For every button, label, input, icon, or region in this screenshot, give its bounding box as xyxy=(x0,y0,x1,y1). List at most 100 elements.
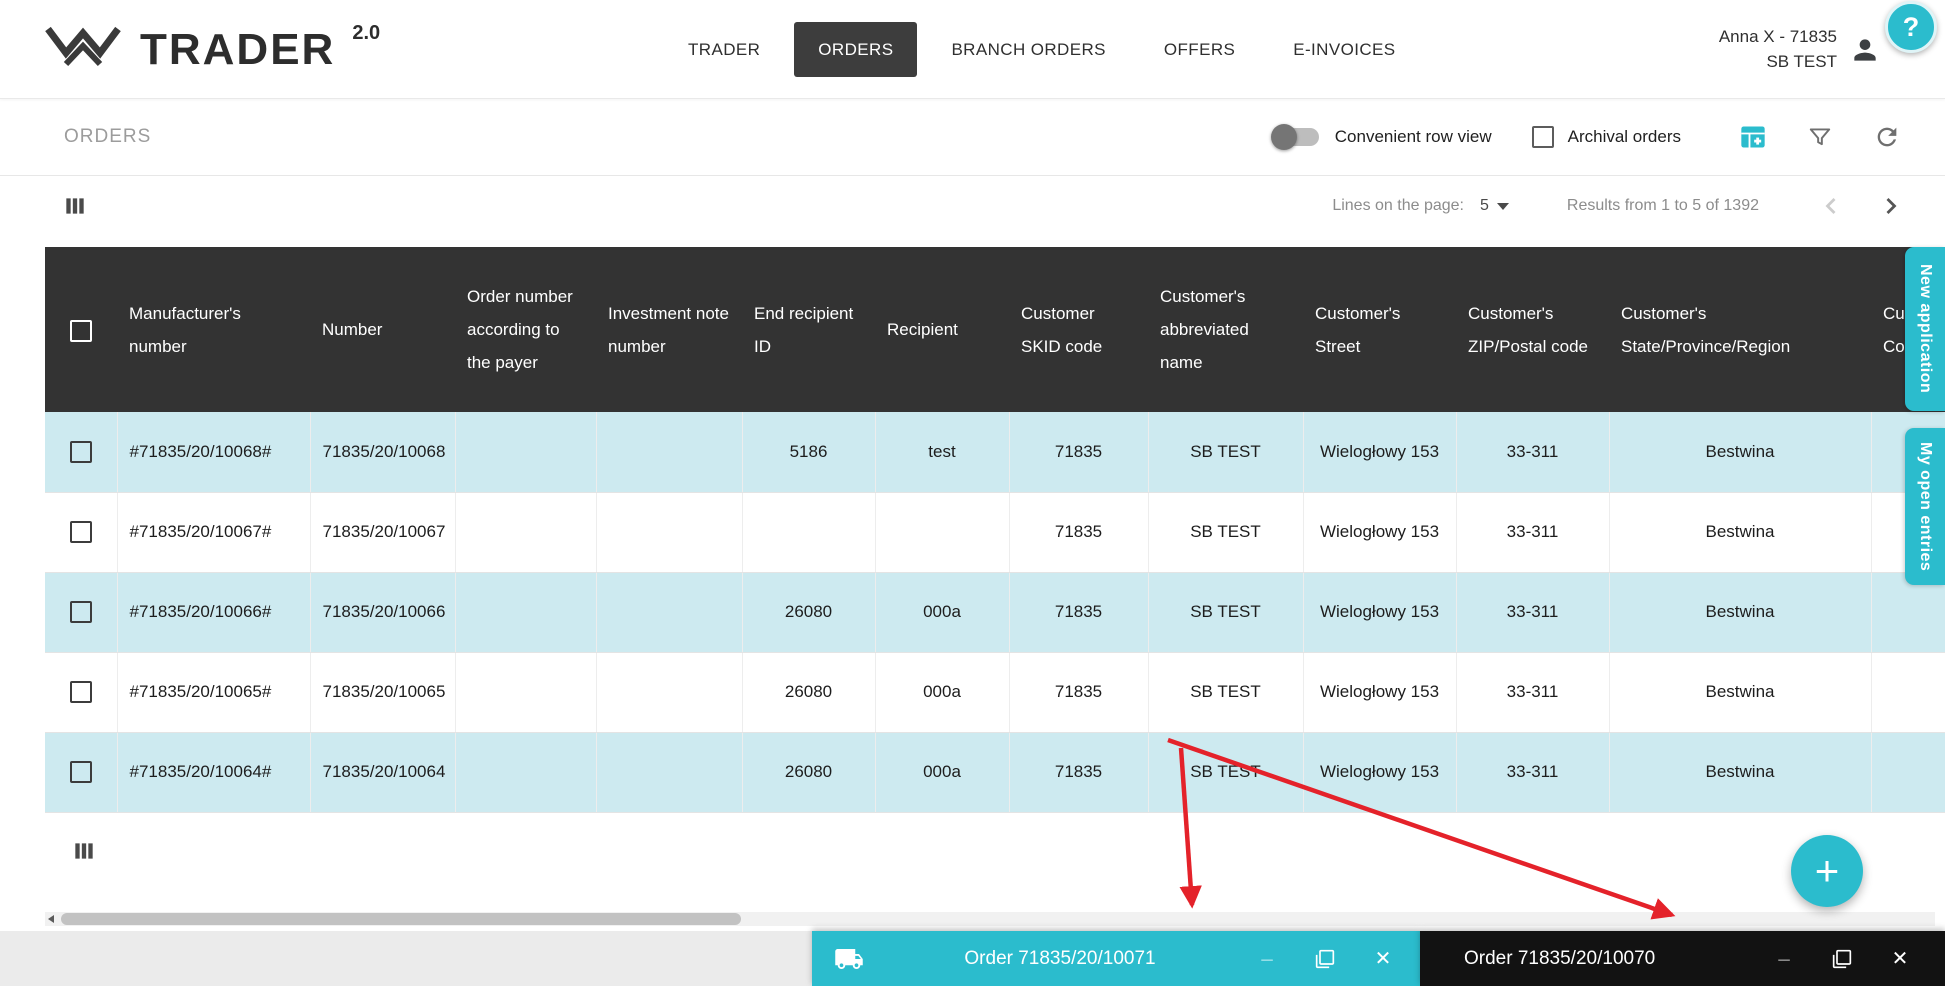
table-row[interactable]: #71835/20/10067# 71835/20/10067 71835 SB… xyxy=(45,492,1945,572)
cell-order-number-payer xyxy=(455,412,596,492)
convenient-row-view-toggle[interactable] xyxy=(1273,128,1319,146)
restore-button[interactable] xyxy=(1314,948,1336,970)
cell-end-recipient-id: 26080 xyxy=(742,572,875,652)
side-tab-my-open-entries[interactable]: My open entries xyxy=(1905,428,1945,585)
cell-investment-note xyxy=(596,412,742,492)
row-select-cell xyxy=(45,572,117,652)
table-row[interactable]: #71835/20/10065# 71835/20/10065 26080 00… xyxy=(45,652,1945,732)
col-abbreviated-name[interactable]: Customer's abbreviated name xyxy=(1148,247,1303,412)
row-checkbox[interactable] xyxy=(70,441,92,463)
results-range-text: Results from 1 to 5 of 1392 xyxy=(1567,197,1759,215)
window-controls: _ ✕ xyxy=(1256,948,1394,970)
row-select-cell xyxy=(45,732,117,812)
row-checkbox[interactable] xyxy=(70,521,92,543)
table-add-icon[interactable] xyxy=(1739,123,1767,151)
minimize-button[interactable]: _ xyxy=(1256,948,1278,970)
logo-w-icon xyxy=(42,22,124,78)
select-all-checkbox[interactable] xyxy=(70,320,92,342)
account-icon[interactable] xyxy=(1849,34,1881,66)
cell-abbreviated-name: SB TEST xyxy=(1148,572,1303,652)
col-zip[interactable]: Customer's ZIP/Postal code xyxy=(1456,247,1609,412)
column-settings-icon-bottom[interactable] xyxy=(71,838,97,864)
row-select-cell xyxy=(45,492,117,572)
cell-street: Wielogłowy 153 xyxy=(1303,412,1456,492)
close-button[interactable]: ✕ xyxy=(1889,948,1911,970)
restore-button[interactable] xyxy=(1831,948,1853,970)
table-row[interactable]: #71835/20/10064# 71835/20/10064 26080 00… xyxy=(45,732,1945,812)
col-street[interactable]: Customer's Street xyxy=(1303,247,1456,412)
row-checkbox[interactable] xyxy=(70,681,92,703)
toggle-knob xyxy=(1271,124,1297,150)
minimized-window-title: Order 71835/20/10071 xyxy=(864,948,1256,970)
nav-item-orders[interactable]: ORDERS xyxy=(794,22,917,77)
cell-street: Wielogłowy 153 xyxy=(1303,652,1456,732)
minimized-window-10070[interactable]: Order 71835/20/10070 _ ✕ xyxy=(1420,931,1945,986)
cell-skid-code: 71835 xyxy=(1009,492,1148,572)
prev-page-button[interactable] xyxy=(1817,192,1845,220)
col-skid-code[interactable]: Customer SKID code xyxy=(1009,247,1148,412)
cell-order-number-payer xyxy=(455,732,596,812)
window-controls: _ ✕ xyxy=(1773,948,1911,970)
cell-abbreviated-name: SB TEST xyxy=(1148,412,1303,492)
cell-order-number-payer xyxy=(455,572,596,652)
cell-manufacturer-number: #71835/20/10066# xyxy=(117,572,310,652)
next-page-button[interactable] xyxy=(1877,192,1905,220)
user-company: SB TEST xyxy=(1719,50,1837,75)
page-controls: Convenient row view Archival orders xyxy=(1273,123,1901,151)
col-state[interactable]: Customer's State/Province/Region xyxy=(1609,247,1871,412)
column-settings-icon[interactable] xyxy=(62,193,88,219)
cell-state: Bestwina xyxy=(1609,492,1871,572)
table-row[interactable]: #71835/20/10068# 71835/20/10068 5186 tes… xyxy=(45,412,1945,492)
cell-investment-note xyxy=(596,492,742,572)
cell-street: Wielogłowy 153 xyxy=(1303,572,1456,652)
minimized-window-10071[interactable]: Order 71835/20/10071 _ ✕ xyxy=(812,931,1420,986)
nav-item-branch-orders[interactable]: BRANCH ORDERS xyxy=(927,22,1129,77)
scroll-left-arrow-icon[interactable] xyxy=(48,915,54,923)
page-bar: ORDERS Convenient row view Archival orde… xyxy=(0,99,1945,176)
brand-name: TRADER xyxy=(140,25,335,75)
close-button[interactable]: ✕ xyxy=(1372,948,1394,970)
row-checkbox[interactable] xyxy=(70,601,92,623)
add-order-fab[interactable]: + xyxy=(1791,835,1863,907)
cell-state: Bestwina xyxy=(1609,652,1871,732)
help-button[interactable]: ? xyxy=(1885,1,1937,53)
page-title: ORDERS xyxy=(64,126,151,148)
scrollbar-thumb[interactable] xyxy=(61,913,741,925)
cell-end-recipient-id xyxy=(742,492,875,572)
brand: TRADER 2.0 xyxy=(42,0,379,99)
user-name: Anna X - 71835 xyxy=(1719,25,1837,50)
cell-state: Bestwina xyxy=(1609,732,1871,812)
col-end-recipient-id[interactable]: End recipient ID xyxy=(742,247,875,412)
cell-recipient xyxy=(875,492,1009,572)
cell-number: 71835/20/10068 xyxy=(310,412,455,492)
col-investment-note[interactable]: Investment note number xyxy=(596,247,742,412)
cell-number: 71835/20/10066 xyxy=(310,572,455,652)
col-recipient[interactable]: Recipient xyxy=(875,247,1009,412)
side-tab-new-application[interactable]: New application xyxy=(1905,247,1945,411)
cell-zip: 33-311 xyxy=(1456,492,1609,572)
filter-icon[interactable] xyxy=(1807,124,1833,150)
lines-per-page-label: Lines on the page: xyxy=(1332,197,1464,215)
minimize-button[interactable]: _ xyxy=(1773,948,1795,970)
table-row[interactable]: #71835/20/10066# 71835/20/10066 26080 00… xyxy=(45,572,1945,652)
nav-item-e-invoices[interactable]: E-INVOICES xyxy=(1269,22,1419,77)
col-manufacturer-number[interactable]: Manufacturer's number xyxy=(117,247,310,412)
cell-investment-note xyxy=(596,732,742,812)
cell-manufacturer-number: #71835/20/10068# xyxy=(117,412,310,492)
nav-item-offers[interactable]: OFFERS xyxy=(1140,22,1259,77)
cell-recipient: test xyxy=(875,412,1009,492)
archival-orders-checkbox[interactable] xyxy=(1532,126,1554,148)
refresh-icon[interactable] xyxy=(1873,123,1901,151)
cell-manufacturer-number: #71835/20/10067# xyxy=(117,492,310,572)
nav-item-trader[interactable]: TRADER xyxy=(664,22,784,77)
pagination-controls: Lines on the page: 5 Results from 1 to 5… xyxy=(1332,192,1905,220)
col-number[interactable]: Number xyxy=(310,247,455,412)
chevron-down-icon[interactable] xyxy=(1497,203,1509,210)
cell-state: Bestwina xyxy=(1609,412,1871,492)
row-checkbox[interactable] xyxy=(70,761,92,783)
cell-order-number-payer xyxy=(455,652,596,732)
col-order-number-payer[interactable]: Order number according to the payer xyxy=(455,247,596,412)
cell-recipient: 000a xyxy=(875,652,1009,732)
lines-per-page-value[interactable]: 5 xyxy=(1480,197,1489,215)
horizontal-scrollbar[interactable] xyxy=(45,912,1935,926)
